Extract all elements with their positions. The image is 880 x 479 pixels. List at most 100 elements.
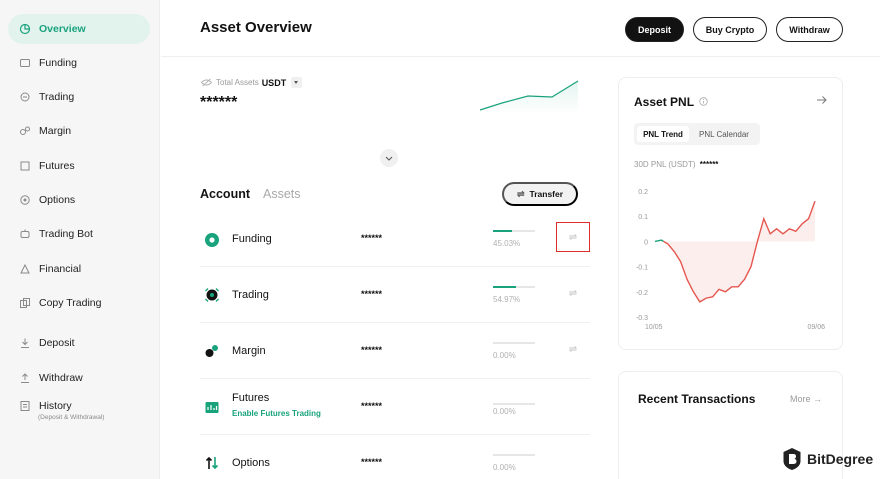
account-share-percent: 0.00% [493,407,516,416]
eye-hidden-icon[interactable] [200,78,213,87]
row-transfer-button[interactable]: ⇌ [556,278,590,308]
account-name: Trading [232,289,269,301]
copy-trading-icon [19,297,31,309]
y-tick-label: 0.2 [638,189,648,196]
account-row-margin[interactable]: Margin ****** 0.00% ⇌ [200,323,590,379]
sidebar-item-withdraw[interactable]: Withdraw [8,363,150,393]
total-assets-label: Total Assets [216,78,259,87]
trading-icon [19,91,31,103]
tab-assets[interactable]: Assets [263,187,301,201]
sidebar-item-label: Deposit [39,337,75,349]
total-assets-sparkline [479,80,579,114]
withdraw-button[interactable]: Withdraw [776,17,843,42]
sidebar-item-futures[interactable]: Futures [8,151,150,181]
expand-chevron-button[interactable] [380,149,398,167]
sidebar-item-financial[interactable]: Financial [8,254,150,284]
sidebar-item-margin[interactable]: Margin [8,116,150,146]
bitdegree-watermark: BitDegree [782,447,873,471]
account-share-bar [493,403,535,405]
tab-account[interactable]: Account [200,187,250,201]
x-tick-label: 10/05 [645,324,663,331]
sidebar-item-trading[interactable]: Trading [8,82,150,112]
account-row-futures[interactable]: Futures Enable Futures Trading ****** 0.… [200,379,590,435]
app-window: Overview Funding Trading Margin Futures … [0,0,880,479]
transfer-button[interactable]: ⇌ Transfer [502,182,578,206]
sidebar-item-label: Futures [39,160,75,172]
page-title: Asset Overview [200,19,312,36]
account-row-options[interactable]: Options ****** 0.00% [200,435,590,479]
sidebar-item-label: Margin [39,125,72,137]
account-share-bar [493,230,535,232]
chevron-down-icon[interactable] [291,77,303,88]
x-tick-label: 09/06 [807,324,825,331]
financial-icon [19,263,31,275]
futures-account-icon [205,402,219,413]
y-tick-label: -0.3 [636,315,648,322]
transfer-icon: ⇌ [568,343,578,355]
account-share-percent: 54.97% [493,295,521,304]
bitdegree-logo-icon [783,448,801,470]
withdraw-icon [19,372,31,384]
sidebar-item-label: Financial [39,263,82,275]
account-value: ****** [361,289,383,299]
margin-icon [19,125,31,137]
currency-select[interactable]: USDT [262,78,287,88]
deposit-icon [19,337,31,349]
sidebar-item-label: Trading [39,91,75,103]
y-tick-label: -0.1 [636,265,648,272]
sidebar-item-label: Funding [39,57,77,69]
funding-account-icon [205,233,219,247]
funding-icon [19,57,31,69]
sidebar-item-trading-bot[interactable]: Trading Bot [8,219,150,249]
options-icon [19,194,31,206]
buy-crypto-button[interactable]: Buy Crypto [693,17,767,42]
sidebar-item-options[interactable]: Options [8,185,150,215]
account-value: ****** [361,457,383,467]
options-account-icon [205,456,219,470]
asset-pnl-card: Asset PNL PNL Trend PNL Calendar 30D PNL… [618,77,843,350]
account-share-percent: 0.00% [493,463,516,472]
account-name: Funding [232,233,272,245]
y-tick-label: -0.2 [636,290,648,297]
account-share-percent: 45.03% [493,239,521,248]
y-tick-label: 0 [644,239,648,246]
pnl-trend-chart: 0.2 0.1 0 -0.1 -0.2 -0.3 10/05 09/06 [636,189,825,331]
sidebar: Overview Funding Trading Margin Futures … [0,0,160,479]
row-transfer-button[interactable]: ⇌ [556,334,590,364]
account-row-trading[interactable]: Trading ****** 54.97% ⇌ [200,267,590,323]
account-name: Futures [232,392,270,404]
account-value: ****** [361,401,383,411]
transfer-icon: ⇌ [568,231,578,243]
chevron-down-icon [385,156,393,161]
sidebar-item-deposit[interactable]: Deposit [8,328,150,358]
overview-icon [19,23,31,35]
history-subtitle: (Deposit & Withdrawal) [38,414,105,421]
sidebar-item-label: History [39,400,72,412]
recent-transactions-title: Recent Transactions [638,392,756,406]
sidebar-item-label: Copy Trading [39,297,102,309]
transfer-label: Transfer [529,189,564,199]
history-icon [19,400,31,412]
account-share-bar [493,286,535,288]
sidebar-item-copy-trading[interactable]: Copy Trading [8,288,150,318]
total-assets-row: Total Assets USDT [200,77,303,88]
trading-bot-icon [19,228,31,240]
futures-icon [19,160,31,172]
deposit-button[interactable]: Deposit [625,17,684,42]
sidebar-item-funding[interactable]: Funding [8,48,150,78]
account-row-funding[interactable]: Funding ****** 45.03% ⇌ [200,211,590,267]
margin-account-icon [205,345,218,357]
sidebar-item-overview[interactable]: Overview [8,14,150,44]
account-share-percent: 0.00% [493,351,516,360]
more-link[interactable]: More → [790,394,822,404]
account-name: Options [232,457,270,469]
account-share-bar [493,342,535,344]
account-name: Margin [232,345,266,357]
transfer-icon: ⇌ [568,287,578,299]
enable-futures-link[interactable]: Enable Futures Trading [232,409,321,418]
trading-account-icon [205,288,219,302]
sidebar-item-label: Withdraw [39,372,83,384]
sidebar-item-label: Overview [39,23,86,35]
row-transfer-button[interactable]: ⇌ [556,222,590,252]
gain-line [654,239,664,243]
